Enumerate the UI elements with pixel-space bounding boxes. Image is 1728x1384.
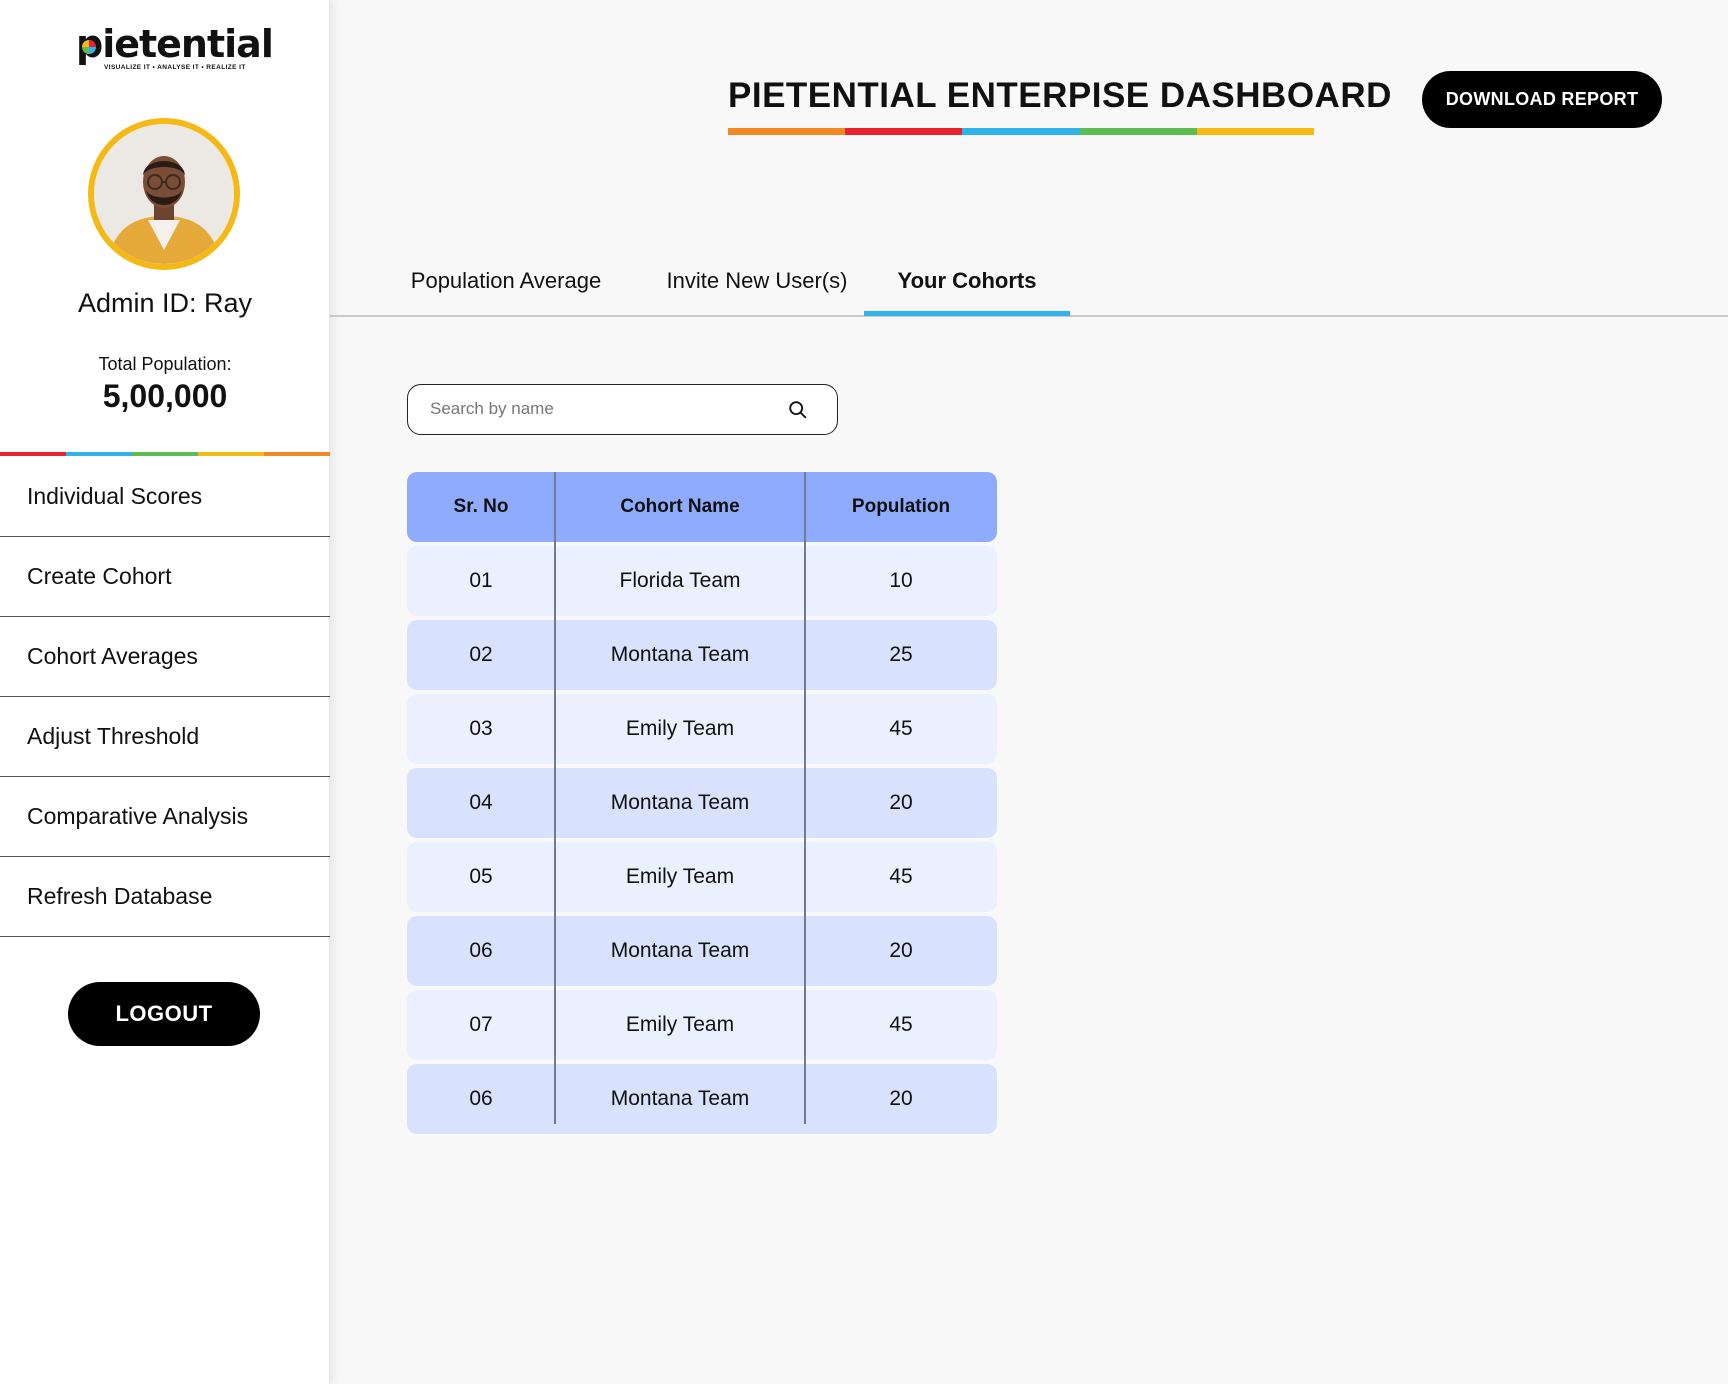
cell-population: 10 bbox=[889, 569, 913, 592]
cell-population: 20 bbox=[889, 791, 913, 814]
rainbow-segment bbox=[264, 452, 330, 456]
cell-sr-no: 03 bbox=[469, 717, 493, 740]
cell-cohort-name: Florida Team bbox=[619, 569, 741, 592]
sidebar: pietential VISUALIZE IT • ANALYSE IT • R… bbox=[0, 0, 330, 1384]
cell-sr-no: 07 bbox=[469, 1013, 493, 1036]
total-population-value: 5,00,000 bbox=[102, 378, 228, 414]
sidebar-nav: Individual Scores Create Cohort Cohort A… bbox=[0, 457, 330, 937]
cell-sr-no: 05 bbox=[469, 865, 493, 888]
sidebar-item-adjust-threshold[interactable]: Adjust Threshold bbox=[0, 697, 330, 777]
table-header: Sr. No Cohort Name Population bbox=[407, 472, 997, 542]
cell-population: 45 bbox=[889, 717, 913, 740]
column-header-sr-no[interactable]: Sr. No bbox=[407, 496, 555, 518]
page-title: PIETENTIAL ENTERPISE DASHBOARD bbox=[728, 76, 1392, 115]
table-row[interactable]: 06 Montana Team 20 bbox=[407, 916, 997, 986]
rainbow-segment bbox=[66, 452, 132, 456]
underline-segment bbox=[1196, 128, 1315, 135]
cell-population: 45 bbox=[889, 865, 913, 888]
cell-cohort-name: Montana Team bbox=[610, 791, 750, 814]
cell-cohort-name: Emily Team bbox=[625, 1013, 735, 1036]
sidebar-item-comparative-analysis[interactable]: Comparative Analysis bbox=[0, 777, 330, 857]
underline-segment bbox=[962, 128, 1080, 135]
column-header-population[interactable]: Population bbox=[805, 496, 997, 518]
cell-sr-no: 01 bbox=[469, 569, 493, 592]
underline-segment bbox=[728, 128, 846, 135]
tab-invite-new-users[interactable]: Invite New User(s) bbox=[664, 268, 850, 316]
cell-cohort-name: Emily Team bbox=[625, 865, 735, 888]
user-photo-icon bbox=[94, 124, 234, 264]
underline-segment bbox=[845, 128, 963, 135]
cell-cohort-name: Montana Team bbox=[610, 643, 750, 666]
cell-sr-no: 06 bbox=[469, 939, 493, 962]
table-row[interactable]: 05 Emily Team 45 bbox=[407, 842, 997, 912]
title-underline bbox=[728, 128, 1315, 135]
logo-tagline: VISUALIZE IT • ANALYSE IT • REALIZE IT bbox=[104, 64, 246, 71]
cohorts-table: Sr. No Cohort Name Population 01 Florida… bbox=[407, 472, 997, 1134]
column-header-cohort-name[interactable]: Cohort Name bbox=[555, 496, 805, 518]
admin-id: Admin ID: Ray bbox=[77, 288, 253, 318]
cell-cohort-name: Emily Team bbox=[625, 717, 735, 740]
sidebar-rainbow-divider bbox=[0, 452, 330, 456]
sidebar-item-individual-scores[interactable]: Individual Scores bbox=[0, 457, 330, 537]
column-divider bbox=[804, 472, 806, 1124]
underline-segment bbox=[1079, 128, 1197, 135]
sidebar-item-cohort-averages[interactable]: Cohort Averages bbox=[0, 617, 330, 697]
cell-population: 25 bbox=[889, 643, 913, 666]
sidebar-item-refresh-database[interactable]: Refresh Database bbox=[0, 857, 330, 937]
cell-population: 45 bbox=[889, 1013, 913, 1036]
active-tab-indicator bbox=[864, 311, 1070, 316]
cell-cohort-name: Montana Team bbox=[610, 1087, 750, 1110]
cell-population: 20 bbox=[889, 1087, 913, 1110]
tab-population-average[interactable]: Population Average bbox=[407, 268, 605, 316]
avatar bbox=[88, 118, 240, 270]
search-box bbox=[407, 384, 838, 435]
logo-wordmark: pietential bbox=[76, 22, 274, 66]
logo-color-wheel-icon bbox=[82, 40, 96, 54]
search-icon[interactable] bbox=[787, 399, 809, 421]
table-row[interactable]: 03 Emily Team 45 bbox=[407, 694, 997, 764]
cell-cohort-name: Montana Team bbox=[610, 939, 750, 962]
cell-sr-no: 06 bbox=[469, 1087, 493, 1110]
pietential-logo[interactable]: pietential VISUALIZE IT • ANALYSE IT • R… bbox=[76, 22, 274, 74]
table-row[interactable]: 02 Montana Team 25 bbox=[407, 620, 997, 690]
tab-your-cohorts[interactable]: Your Cohorts bbox=[864, 268, 1070, 316]
search-input[interactable] bbox=[430, 385, 770, 433]
total-population-label: Total Population: bbox=[98, 354, 232, 374]
column-divider bbox=[554, 472, 556, 1124]
sidebar-item-create-cohort[interactable]: Create Cohort bbox=[0, 537, 330, 617]
rainbow-segment bbox=[198, 452, 264, 456]
table-row[interactable]: 06 Montana Team 20 bbox=[407, 1064, 997, 1134]
logout-button[interactable]: LOGOUT bbox=[68, 982, 260, 1046]
cell-sr-no: 02 bbox=[469, 643, 493, 666]
cell-sr-no: 04 bbox=[469, 791, 493, 814]
table-row[interactable]: 04 Montana Team 20 bbox=[407, 768, 997, 838]
download-report-button[interactable]: DOWNLOAD REPORT bbox=[1422, 71, 1662, 128]
rainbow-segment bbox=[132, 452, 198, 456]
rainbow-segment bbox=[0, 452, 66, 456]
table-row[interactable]: 01 Florida Team 10 bbox=[407, 546, 997, 616]
cell-population: 20 bbox=[889, 939, 913, 962]
table-row[interactable]: 07 Emily Team 45 bbox=[407, 990, 997, 1060]
